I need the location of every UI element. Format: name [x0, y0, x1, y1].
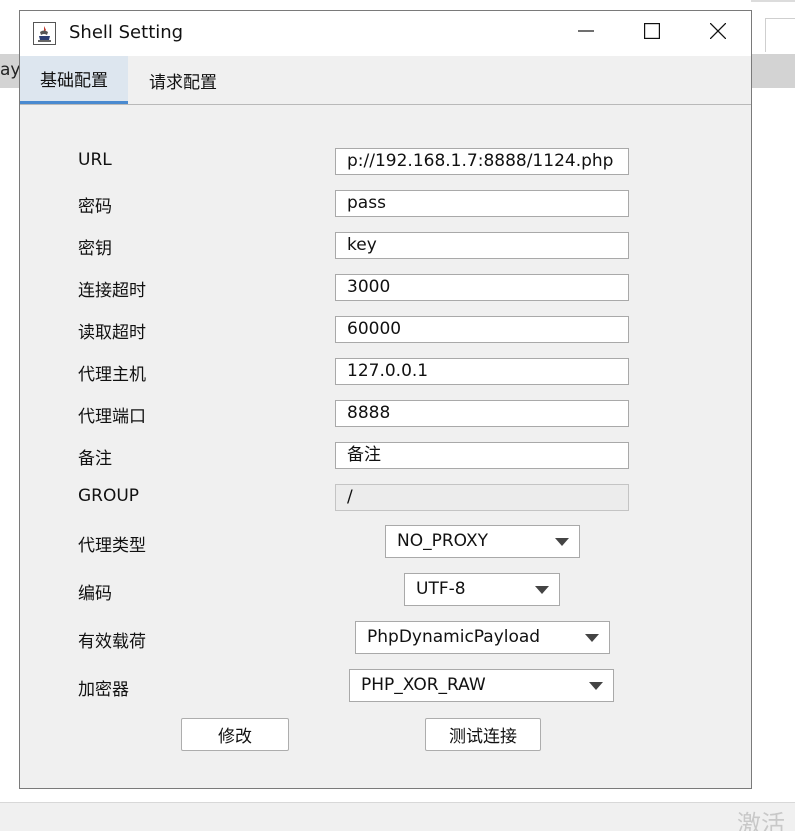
maximize-icon	[644, 23, 661, 44]
encoding-select[interactable]: UTF-8	[404, 573, 560, 606]
read-timeout-label: 读取超时	[78, 323, 146, 343]
chevron-down-icon	[585, 634, 599, 642]
tab-bar: 基础配置 请求配置	[20, 56, 751, 105]
activation-watermark: 激活	[737, 810, 785, 831]
proxy-type-select[interactable]: NO_PROXY	[385, 525, 580, 558]
proxy-port-input[interactable]: 8888	[335, 400, 629, 427]
url-label: URL	[78, 150, 112, 170]
background-status-area: 激活	[0, 802, 795, 831]
background-text-fragment: ayl	[0, 60, 20, 80]
connect-timeout-label: 连接超时	[78, 281, 146, 301]
encoding-label: 编码	[78, 584, 112, 604]
tab-basic-config[interactable]: 基础配置	[20, 56, 128, 104]
proxy-type-label: 代理类型	[78, 536, 146, 556]
minimize-button[interactable]	[554, 11, 618, 56]
group-label: GROUP	[78, 486, 140, 506]
secret-key-input[interactable]: key	[335, 232, 629, 259]
maximize-button[interactable]	[620, 11, 684, 56]
group-input[interactable]: /	[335, 484, 629, 511]
proxy-port-label: 代理端口	[78, 407, 146, 427]
proxy-host-label: 代理主机	[78, 365, 146, 385]
tab-request-config[interactable]: 请求配置	[128, 56, 238, 104]
read-timeout-input[interactable]: 60000	[335, 316, 629, 343]
password-label: 密码	[78, 197, 112, 217]
window-title: Shell Setting	[69, 22, 184, 43]
remark-label: 备注	[78, 449, 112, 469]
chevron-down-icon	[535, 586, 549, 594]
close-button[interactable]	[686, 11, 750, 56]
chevron-down-icon	[589, 682, 603, 690]
encoding-value: UTF-8	[416, 579, 466, 599]
proxy-type-value: NO_PROXY	[397, 531, 488, 551]
payload-label: 有效载荷	[78, 632, 146, 652]
java-app-icon	[33, 22, 56, 45]
close-icon	[709, 22, 727, 44]
connect-timeout-input[interactable]: 3000	[335, 274, 629, 301]
shell-setting-dialog: Shell Setting 基础配置 请求配置 URL 密码 密钥 连接超时 读…	[19, 10, 752, 789]
url-input[interactable]: p://192.168.1.7:8888/1124.php	[335, 148, 629, 175]
remark-input[interactable]: 备注	[335, 442, 629, 469]
payload-select[interactable]: PhpDynamicPayload	[355, 621, 610, 654]
background-window-edge	[751, 0, 795, 52]
password-input[interactable]: pass	[335, 190, 629, 217]
test-connection-button[interactable]: 测试连接	[425, 718, 541, 751]
cryption-value: PHP_XOR_RAW	[361, 675, 486, 695]
modify-button[interactable]: 修改	[181, 718, 289, 751]
proxy-host-input[interactable]: 127.0.0.1	[335, 358, 629, 385]
payload-value: PhpDynamicPayload	[367, 627, 541, 647]
chevron-down-icon	[555, 538, 569, 546]
minimize-icon	[578, 23, 594, 44]
cryption-label: 加密器	[78, 680, 129, 700]
title-bar[interactable]: Shell Setting	[20, 11, 751, 56]
cryption-select[interactable]: PHP_XOR_RAW	[349, 669, 614, 702]
secret-key-label: 密钥	[78, 239, 112, 259]
